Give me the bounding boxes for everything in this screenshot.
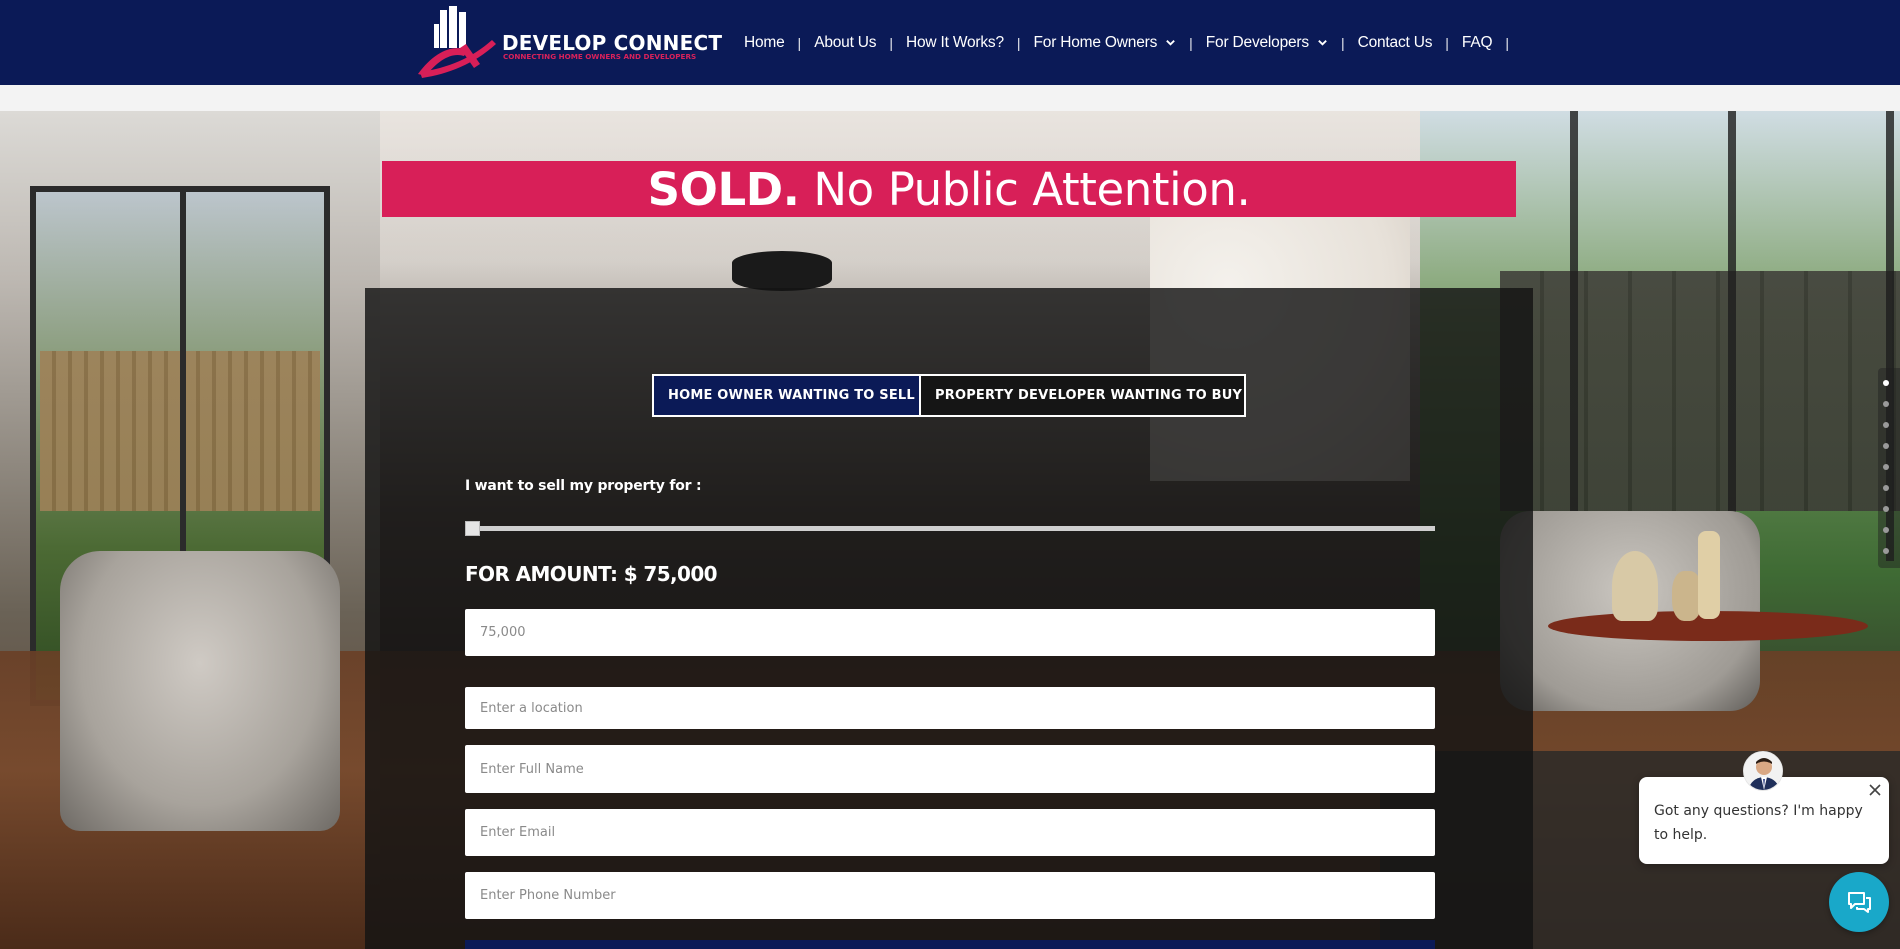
close-icon[interactable] [1866,781,1884,799]
brand-logo[interactable]: DEVELOP CONNECT CONNECTING HOME OWNERS A… [412,4,722,80]
brand-tagline: CONNECTING HOME OWNERS AND DEVELOPERS [503,52,697,61]
price-slider[interactable] [465,521,1435,536]
chat-greeting-text: Got any questions? I'm happy to help. [1654,803,1863,843]
form-tabs: HOME OWNER WANTING TO SELL PROPERTY DEVE… [652,374,1246,417]
section-dot-6[interactable] [1883,485,1889,491]
nav-separator: | [1189,34,1193,51]
chevron-down-icon [1166,40,1175,46]
vase [1698,531,1720,619]
slider-handle[interactable] [465,521,480,536]
section-dot-3[interactable] [1883,422,1889,428]
nav-separator: | [797,34,802,51]
vase [1612,551,1658,621]
nav-separator: | [889,34,893,51]
agent-avatar-icon [1744,752,1782,790]
tab-developer-buy[interactable]: PROPERTY DEVELOPER WANTING TO BUY [921,374,1246,417]
header-subbar [0,85,1900,111]
armchair-left [60,551,340,831]
section-dot-4[interactable] [1883,443,1889,449]
nav-separator: | [1340,34,1345,51]
section-dot-2[interactable] [1883,401,1889,407]
phone-input[interactable] [465,872,1435,919]
full-name-input[interactable] [465,745,1435,793]
section-dot-5[interactable] [1883,464,1889,470]
headline-rest: No Public Attention. [813,162,1251,216]
amount-display: FOR AMOUNT: $ 75,000 [465,562,718,586]
section-dot-7[interactable] [1883,506,1889,512]
nav-item-label: FAQ [1461,33,1493,51]
nav-separator: | [1445,34,1449,51]
email-input[interactable] [465,809,1435,856]
nav-item-home[interactable]: Home [744,34,785,52]
nav-item-contact-us[interactable]: Contact Us [1358,34,1433,52]
nav-item-faq[interactable]: FAQ [1461,33,1493,52]
headline-bold: SOLD. [647,162,800,216]
nav-separator: | [1505,34,1509,51]
chevron-down-icon [1318,40,1327,46]
nav-item-about-us[interactable]: About Us [814,34,876,52]
chat-launcher-button[interactable] [1829,872,1889,932]
section-dot-8[interactable] [1883,527,1889,533]
nav-separator: | [1016,34,1021,51]
nav-item-label: About Us [814,33,877,51]
nav-item-label: Home [744,33,785,51]
main-nav: Home | About Us | How It Works? | For Ho… [744,0,1522,85]
section-dot-9[interactable] [1883,548,1889,554]
nav-item-how-it-works[interactable]: How It Works? [906,34,1004,52]
nav-item-label: How It Works? [905,33,1004,51]
section-dots-nav [1878,368,1900,568]
agent-avatar [1743,751,1783,791]
section-dot-1[interactable] [1883,380,1889,386]
slider-track [465,526,1435,531]
location-input[interactable] [465,687,1435,729]
tab-home-owner-sell[interactable]: HOME OWNER WANTING TO SELL [652,374,921,417]
site-header: DEVELOP CONNECT CONNECTING HOME OWNERS A… [0,0,1900,85]
nav-item-label: Contact Us [1357,33,1433,51]
logo-mark-icon [418,6,496,78]
nav-item-for-developers[interactable]: For Developers [1206,34,1328,52]
floor-lamp [732,251,832,291]
nav-item-label: For Home Owners [1033,33,1158,51]
hero-headline-banner: SOLD. No Public Attention. [382,161,1516,217]
nav-item-label: For Developers [1205,33,1309,51]
amount-input[interactable] [465,609,1435,656]
chat-icon [1848,892,1871,913]
nav-item-for-home-owners[interactable]: For Home Owners [1034,34,1177,52]
sell-price-label: I want to sell my property for : [465,478,702,494]
submit-button[interactable] [465,940,1435,949]
